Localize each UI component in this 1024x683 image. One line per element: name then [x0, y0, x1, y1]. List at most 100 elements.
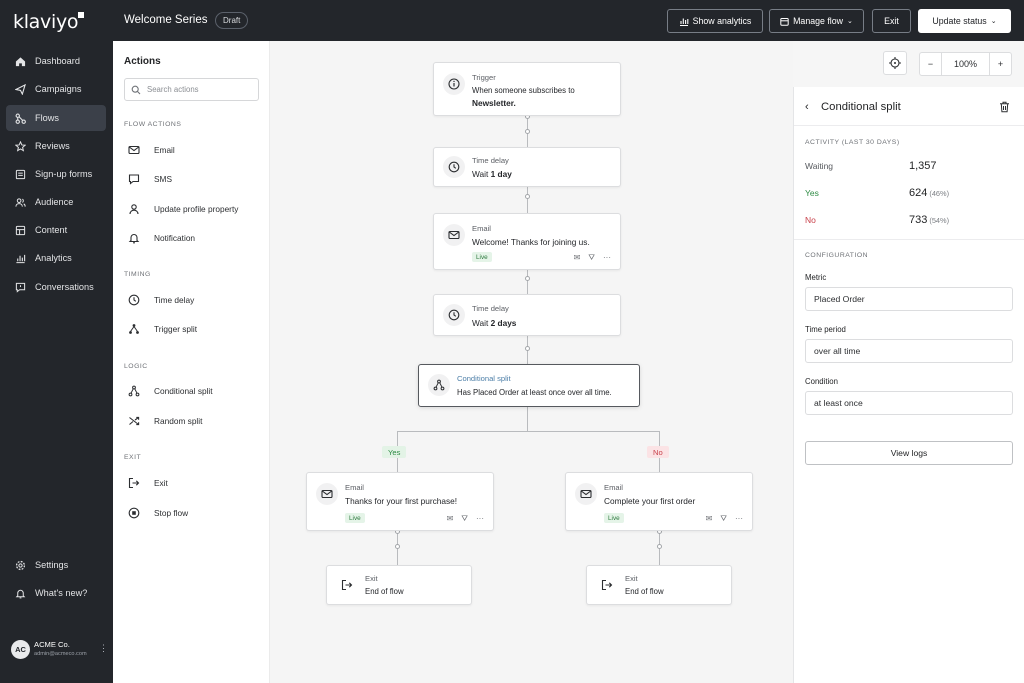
no-value: 733 [909, 214, 928, 226]
add-step-dot[interactable] [525, 346, 530, 351]
condition-field[interactable]: at least once [805, 391, 1013, 415]
view-logs-button[interactable]: View logs [805, 441, 1013, 465]
mail-icon[interactable]: ✉ [447, 515, 454, 523]
actions-panel: Actions Search actions FLOW ACTIONS Emai… [113, 41, 270, 683]
star-icon [15, 140, 26, 152]
person-icon [129, 204, 139, 215]
filter-icon[interactable]: ⛛ [720, 515, 727, 523]
time-period-field[interactable]: over all time [805, 339, 1013, 363]
add-step-dot[interactable] [657, 544, 662, 549]
form-icon [15, 169, 26, 179]
node-description: End of flow [365, 587, 404, 596]
split-icon [129, 324, 139, 334]
mail-icon[interactable]: ✉ [706, 515, 713, 523]
yes-percent: (46%) [929, 189, 950, 198]
sidebar-item-flows[interactable]: Flows [6, 105, 106, 131]
action-label: Update profile property [154, 204, 239, 214]
node-description: End of flow [625, 587, 664, 596]
exit-icon [128, 477, 140, 489]
add-step-dot[interactable] [525, 194, 530, 199]
filter-icon[interactable]: ⛛ [461, 515, 468, 523]
update-status-button[interactable]: Update status ⌄ [918, 9, 1011, 33]
account-switcher[interactable]: AC ACME Co. admin@acmeco.com ⋮ [0, 628, 113, 672]
manage-flow-button[interactable]: Manage flow ⌄ [769, 9, 864, 33]
mail-icon[interactable]: ✉ [574, 254, 581, 262]
action-time-delay[interactable]: Time delay [124, 289, 264, 311]
sidebar-item-signup-forms[interactable]: Sign-up forms [6, 161, 106, 187]
analytics-icon [679, 18, 689, 26]
page-title[interactable]: Welcome Series [124, 14, 208, 26]
info-icon [443, 73, 465, 95]
email-node[interactable]: Email Welcome! Thanks for joining us. Li… [433, 213, 621, 270]
zoom-in-button[interactable]: + [989, 53, 1011, 75]
mail-icon [575, 483, 597, 505]
filter-icon[interactable]: ⛛ [588, 254, 595, 262]
flow-canvas[interactable]: Yes No Trigger When someone subscribes t… [270, 41, 907, 683]
more-icon[interactable]: ··· [476, 515, 484, 523]
email-subject: Thanks for your first purchase! [345, 496, 458, 506]
sidebar-item-campaigns[interactable]: Campaigns [6, 76, 106, 102]
action-update-profile-property[interactable]: Update profile property [124, 198, 264, 220]
delay-prefix: Wait [472, 169, 491, 179]
add-step-dot[interactable] [395, 544, 400, 549]
waiting-value: 1,357 [909, 160, 937, 172]
action-label: SMS [154, 174, 172, 184]
sidebar-item-reviews[interactable]: Reviews [6, 133, 106, 159]
action-exit[interactable]: Exit [124, 472, 264, 494]
mail-icon [128, 145, 140, 155]
add-step-dot[interactable] [525, 276, 530, 281]
email-node-no[interactable]: Email Complete your first order Live ✉ ⛛ ·… [565, 472, 753, 531]
flows-icon [15, 113, 26, 124]
action-stop-flow[interactable]: Stop flow [124, 502, 264, 524]
waiting-label: Waiting [805, 161, 834, 171]
zoom-control: − 100% + [919, 52, 1012, 76]
action-sms[interactable]: SMS [124, 168, 264, 190]
recenter-button[interactable] [883, 51, 907, 75]
kebab-menu-icon[interactable]: ⋮ [99, 643, 108, 654]
action-conditional-split[interactable]: Conditional split [124, 380, 264, 402]
sidebar-item-settings[interactable]: Settings [6, 552, 106, 578]
more-icon[interactable]: ··· [735, 515, 743, 523]
show-analytics-label: Show analytics [692, 16, 752, 26]
sidebar-item-dashboard[interactable]: Dashboard [6, 48, 106, 74]
divider [794, 239, 1024, 240]
action-email[interactable]: Email [124, 139, 264, 161]
add-step-dot[interactable] [525, 129, 530, 134]
more-icon[interactable]: ··· [603, 254, 611, 262]
calendar-icon [780, 17, 789, 26]
klaviyo-logo[interactable]: klaviyo [13, 11, 85, 33]
action-label: Exit [154, 478, 168, 488]
node-title: Email [345, 483, 364, 492]
email-node-yes[interactable]: Email Thanks for your first purchase! Li… [306, 472, 494, 531]
exit-button[interactable]: Exit [872, 9, 911, 33]
delay-value: 2 days [490, 318, 517, 328]
trigger-node[interactable]: Trigger When someone subscribes to Newsl… [433, 62, 621, 116]
split-condition: Has Placed Order at least once over all … [457, 388, 612, 397]
sidebar-item-audience[interactable]: Audience [6, 189, 106, 215]
search-input[interactable]: Search actions [124, 78, 259, 101]
exit-node-no[interactable]: Exit End of flow [586, 565, 732, 605]
metric-field[interactable]: Placed Order [805, 287, 1013, 311]
actions-title: Actions [124, 56, 161, 67]
action-trigger-split[interactable]: Trigger split [124, 318, 264, 340]
sidebar-item-whats-new[interactable]: What's new? [6, 580, 106, 606]
node-title: Exit [625, 574, 638, 583]
action-notification[interactable]: Notification [124, 227, 264, 249]
sidebar-item-content[interactable]: Content [6, 217, 106, 243]
chevron-down-icon: ⌄ [990, 18, 997, 25]
trash-icon[interactable] [999, 101, 1010, 113]
back-icon[interactable]: ‹ [805, 101, 809, 113]
time-delay-node[interactable]: Time delay Wait 1 day [433, 147, 621, 187]
sidebar-item-analytics[interactable]: Analytics [6, 245, 106, 271]
sidebar-item-label: Analytics [35, 253, 72, 263]
logo-flag-icon [78, 12, 85, 18]
time-delay-node[interactable]: Time delay Wait 2 days [433, 294, 621, 336]
live-badge: Live [472, 252, 492, 262]
metric-label: Metric [805, 273, 827, 282]
show-analytics-button[interactable]: Show analytics [667, 9, 763, 33]
exit-node-yes[interactable]: Exit End of flow [326, 565, 472, 605]
conditional-split-node[interactable]: Conditional split Has Placed Order at le… [418, 364, 640, 407]
sidebar-item-conversations[interactable]: Conversations [6, 274, 106, 300]
action-random-split[interactable]: Random split [124, 410, 264, 432]
zoom-out-button[interactable]: − [920, 53, 942, 75]
